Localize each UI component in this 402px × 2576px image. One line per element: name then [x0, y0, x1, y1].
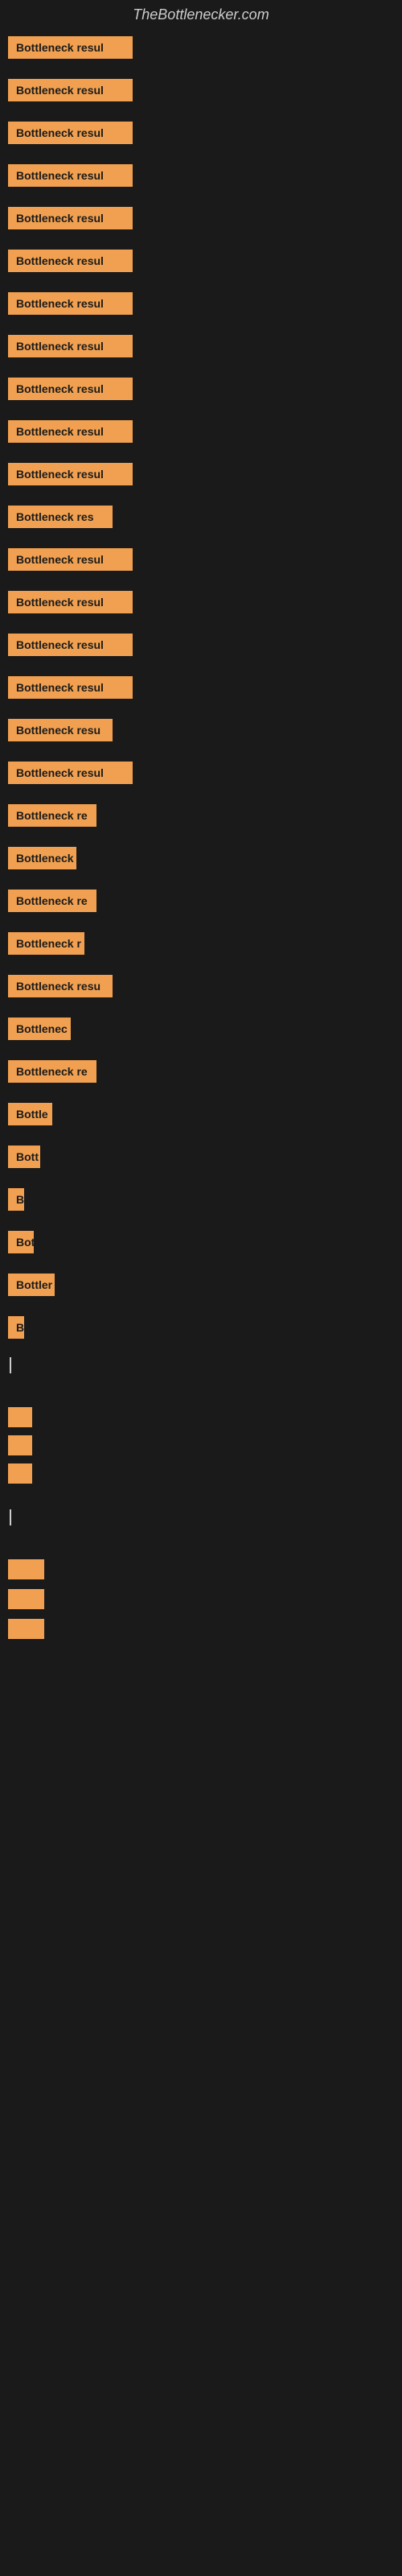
list-item: Bottleneck resul [0, 371, 402, 411]
list-item: Bottleneck resul [0, 328, 402, 368]
bottleneck-result-10: Bottleneck resul [8, 463, 133, 485]
bottom-block-a [8, 1559, 44, 1579]
bottom-blocks-2 [0, 1558, 402, 1641]
cursor-indicator-2 [10, 1509, 11, 1525]
list-item: Bottleneck r [0, 926, 402, 965]
bottleneck-result-4: Bottleneck resul [8, 207, 133, 229]
list-item: Bottle [0, 1096, 402, 1136]
list-item: Bottleneck resul [0, 286, 402, 325]
bottom-block-b [8, 1589, 44, 1609]
bottleneck-result-7: Bottleneck resul [8, 335, 133, 357]
list-item: Bottleneck resul [0, 158, 402, 197]
bottleneck-result-29: Bottler [8, 1274, 55, 1296]
bottleneck-result-20: Bottleneck re [8, 890, 96, 912]
bottleneck-result-23: Bottlenec [8, 1018, 71, 1040]
list-item: Bottleneck resul [0, 200, 402, 240]
bottom-blocks [0, 1406, 402, 1485]
list-item: Bottler [0, 1267, 402, 1307]
list-item: Bottleneck resul [0, 584, 402, 624]
items-container: Bottleneck resul Bottleneck resul Bottlene… [0, 30, 402, 1349]
bottleneck-result-24: Bottleneck re [8, 1060, 96, 1083]
cursor-indicator [10, 1357, 11, 1373]
list-item: Bottleneck re [0, 1054, 402, 1093]
small-block-3 [8, 1463, 32, 1484]
small-block-2 [8, 1435, 32, 1455]
list-item: Bottleneck re [0, 798, 402, 837]
bottleneck-result-21: Bottleneck r [8, 932, 84, 955]
bottom-block-c [8, 1619, 44, 1639]
bottleneck-result-5: Bottleneck resul [8, 250, 133, 272]
bottleneck-result-18: Bottleneck re [8, 804, 96, 827]
list-item: Bottleneck resul [0, 755, 402, 795]
list-item: Bottleneck resul [0, 670, 402, 709]
bottleneck-result-25: Bottle [8, 1103, 52, 1125]
bottleneck-result-13: Bottleneck resul [8, 591, 133, 613]
bottleneck-result-12: Bottleneck resul [8, 548, 133, 571]
list-item: Bottleneck resul [0, 542, 402, 581]
bottleneck-result-8: Bottleneck resul [8, 378, 133, 400]
list-item: Bottleneck res [0, 499, 402, 539]
list-item: Bottleneck resul [0, 72, 402, 112]
bottleneck-result-19: Bottleneck [8, 847, 76, 869]
site-title: TheBottlenecker.com [0, 0, 402, 30]
bottleneck-result-0: Bottleneck resul [8, 36, 133, 59]
bottleneck-result-30: B [8, 1316, 24, 1339]
list-item: Bottleneck resul [0, 414, 402, 453]
list-item: Bottleneck resu [0, 968, 402, 1008]
list-item: Bot [0, 1224, 402, 1264]
bottleneck-result-9: Bottleneck resul [8, 420, 133, 443]
list-item: Bottleneck resul [0, 456, 402, 496]
bottleneck-result-2: Bottleneck resul [8, 122, 133, 144]
list-item: Bottleneck resul [0, 30, 402, 69]
list-item: B [0, 1182, 402, 1221]
bottleneck-result-22: Bottleneck resu [8, 975, 113, 997]
bottleneck-result-6: Bottleneck resul [8, 292, 133, 315]
list-item: B [0, 1310, 402, 1349]
small-block-1 [8, 1407, 32, 1427]
page-container: TheBottlenecker.com Bottleneck resulBott… [0, 0, 402, 1641]
list-item: Bottlenec [0, 1011, 402, 1051]
bottleneck-result-11: Bottleneck res [8, 506, 113, 528]
bottleneck-result-14: Bottleneck resul [8, 634, 133, 656]
list-item: Bottleneck resul [0, 627, 402, 667]
bottleneck-result-28: Bot [8, 1231, 34, 1253]
bottleneck-result-27: B [8, 1188, 24, 1211]
list-item: Bottleneck resul [0, 115, 402, 155]
bottleneck-result-26: Bott [8, 1146, 40, 1168]
bottleneck-result-17: Bottleneck resul [8, 762, 133, 784]
list-item: Bottleneck resu [0, 712, 402, 752]
bottleneck-result-15: Bottleneck resul [8, 676, 133, 699]
list-item: Bottleneck [0, 840, 402, 880]
list-item: Bottleneck re [0, 883, 402, 923]
bottleneck-result-16: Bottleneck resu [8, 719, 113, 741]
bottleneck-result-1: Bottleneck resul [8, 79, 133, 101]
list-item: Bottleneck resul [0, 243, 402, 283]
bottleneck-result-3: Bottleneck resul [8, 164, 133, 187]
list-item: Bott [0, 1139, 402, 1179]
